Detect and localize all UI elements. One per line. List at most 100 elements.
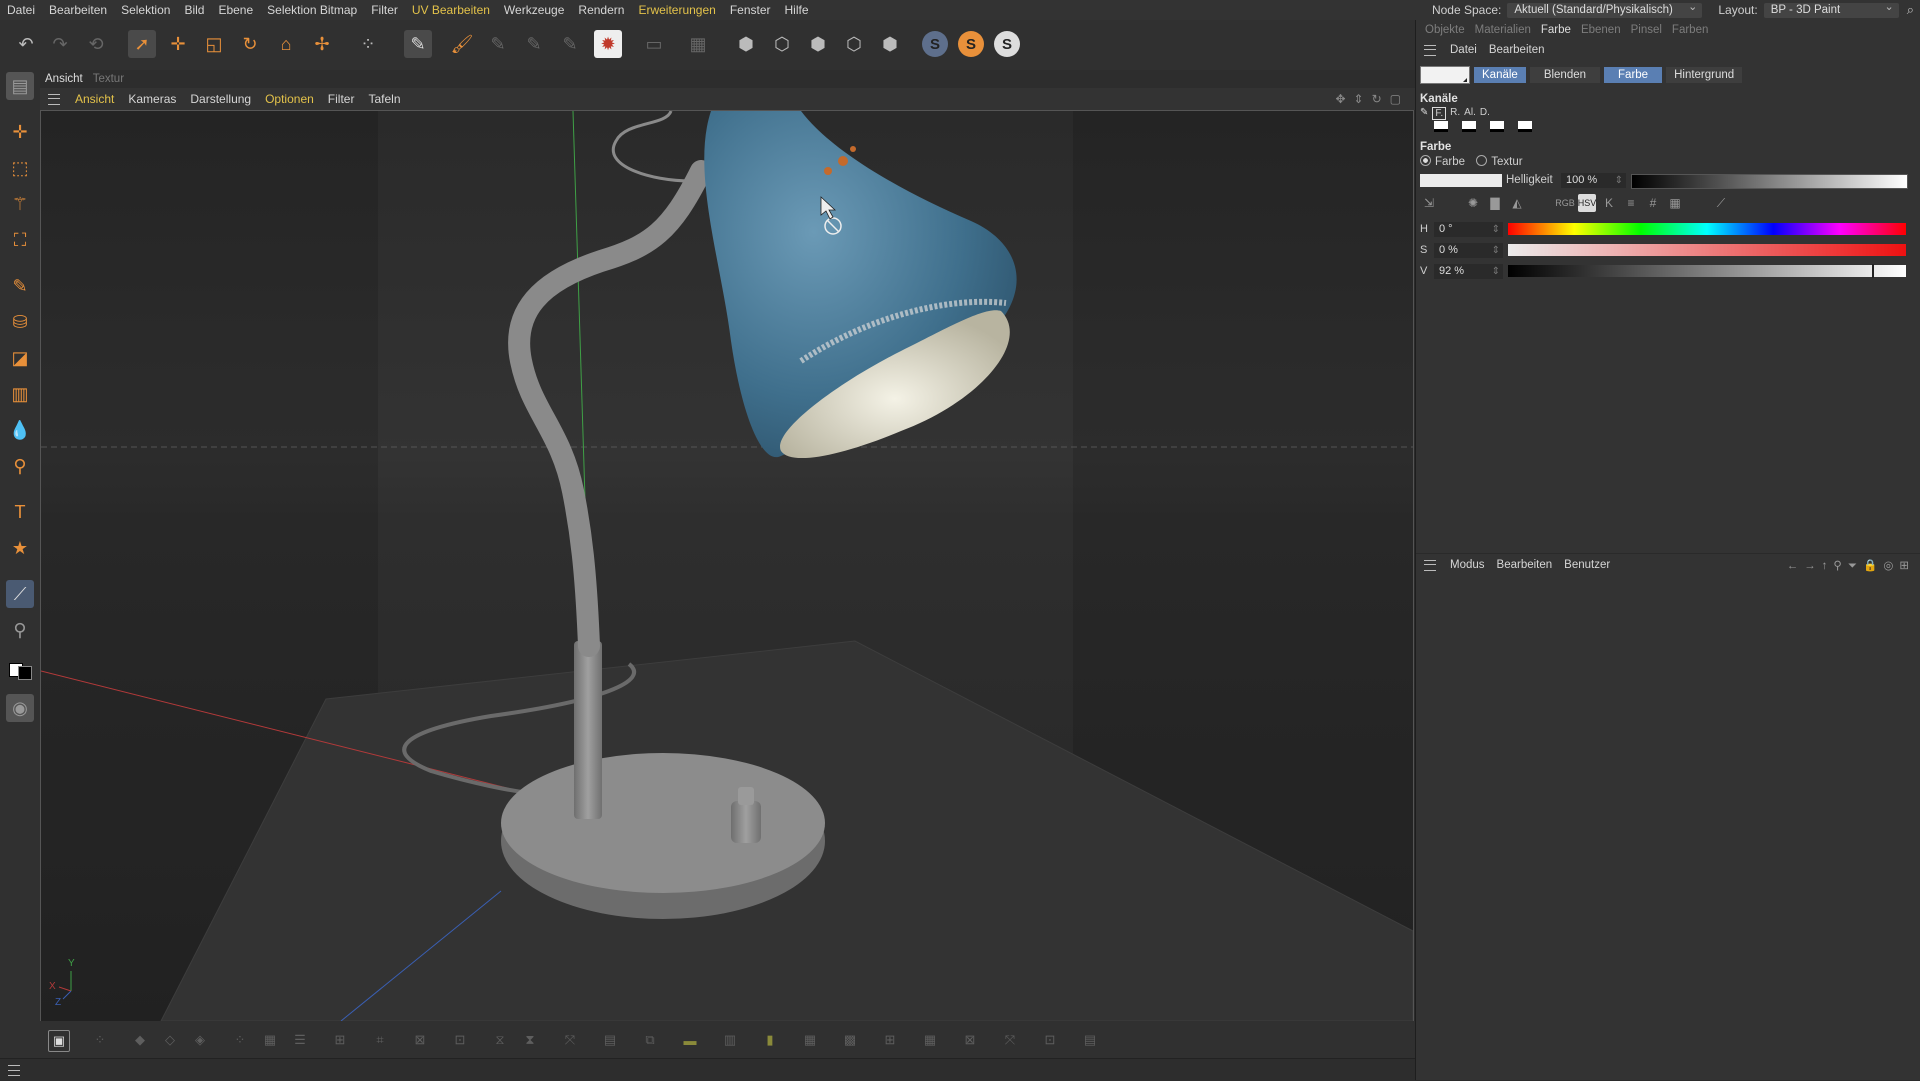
text-tool-icon[interactable]: T <box>6 498 34 526</box>
vm-darstellung[interactable]: Darstellung <box>183 92 258 106</box>
redo-icon[interactable]: ↷ <box>46 30 74 58</box>
menu-benutzer[interactable]: Benutzer <box>1558 559 1616 571</box>
eyedropper-panel-icon[interactable]: ⟋ <box>1712 194 1730 212</box>
channel-swatch-al[interactable] <box>1490 121 1504 132</box>
layout-dropdown[interactable]: BP - 3D Paint <box>1763 0 1899 18</box>
channel-swatch-d[interactable] <box>1518 121 1532 132</box>
uv-align-icon[interactable]: ☰ <box>290 1030 310 1050</box>
menu-panel-bearbeiten[interactable]: Bearbeiten <box>1483 44 1551 56</box>
mode-k[interactable]: K <box>1600 194 1618 212</box>
radio-farbe[interactable] <box>1420 155 1431 166</box>
gradient-icon[interactable]: ▥ <box>6 380 34 408</box>
eyedropper-icon[interactable]: ⟋ <box>6 580 34 608</box>
poly-mode-icon[interactable]: ◈ <box>190 1030 210 1050</box>
eraser-icon[interactable]: ◪ <box>6 344 34 372</box>
tab-farbe[interactable]: Farbe <box>1536 24 1576 36</box>
brush-dim-1-icon[interactable]: ✎ <box>484 30 512 58</box>
menu-rendern[interactable]: Rendern <box>571 0 631 20</box>
spectrum-icon[interactable]: ▇ <box>1486 194 1504 212</box>
s-sculpt-3-icon[interactable]: S <box>994 31 1020 57</box>
tab-textur[interactable]: Textur <box>88 73 129 85</box>
cube-view-2-icon[interactable]: ⬢ <box>804 30 832 58</box>
tab-ebenen[interactable]: Ebenen <box>1576 24 1626 36</box>
search-icon[interactable]: ⌕ <box>1907 2 1914 18</box>
uv-layer-11-icon[interactable]: ▤ <box>1080 1030 1100 1050</box>
mode-list[interactable]: ≡ <box>1622 194 1640 212</box>
current-color-swatch[interactable] <box>1420 66 1470 84</box>
menu-bearbeiten[interactable]: Bearbeiten <box>42 0 114 20</box>
menu-selektion-bitmap[interactable]: Selektion Bitmap <box>260 0 364 20</box>
snap-points-icon[interactable]: ⁘ <box>354 30 382 58</box>
layer-dim-icon[interactable]: ▭ <box>640 30 668 58</box>
menu-uv-bearbeiten[interactable]: UV Bearbeiten <box>405 0 497 20</box>
vm-filter[interactable]: Filter <box>321 92 362 106</box>
s-slider[interactable] <box>1508 244 1906 256</box>
uv-unfold-icon[interactable]: ⧉ <box>640 1030 660 1050</box>
tab-materialien[interactable]: Materialien <box>1470 24 1536 36</box>
uv-layer-3-icon[interactable]: ▮ <box>760 1030 780 1050</box>
channel-al[interactable]: Al. <box>1464 107 1476 120</box>
cube-view-1-icon[interactable]: ⬡ <box>768 30 796 58</box>
mask-mode-icon[interactable]: ◉ <box>6 694 34 722</box>
zoom-icon[interactable]: ⚲ <box>6 452 34 480</box>
menu-datei[interactable]: Datei <box>0 0 42 20</box>
shape-star-icon[interactable]: ★ <box>6 534 34 562</box>
uv-mirror-icon[interactable]: ⊠ <box>410 1030 430 1050</box>
channel-swatch-f[interactable] <box>1434 121 1448 132</box>
move-tool-icon[interactable]: ✛ <box>164 30 192 58</box>
uv-layer-icon[interactable]: ▬ <box>680 1030 700 1050</box>
helligkeit-slider[interactable] <box>1631 174 1908 189</box>
uv-layer-4-icon[interactable]: ▦ <box>800 1030 820 1050</box>
tab-objekte[interactable]: Objekte <box>1420 24 1470 36</box>
channel-d[interactable]: D. <box>1480 107 1490 120</box>
vm-ansicht[interactable]: Ansicht <box>68 92 121 106</box>
uv-pack-icon[interactable]: ▤ <box>600 1030 620 1050</box>
tool-preset-icon[interactable]: ▤ <box>6 72 34 100</box>
color-wheel-icon[interactable]: ✺ <box>1464 194 1482 212</box>
uv-layer-6-icon[interactable]: ⊞ <box>880 1030 900 1050</box>
point-mode-icon[interactable]: ◆ <box>130 1030 150 1050</box>
render-settings-icon[interactable]: ✹ <box>594 30 622 58</box>
rect-select-icon[interactable]: ⬚ <box>6 154 34 182</box>
radio-textur[interactable] <box>1476 155 1488 166</box>
h-slider[interactable] <box>1508 223 1906 235</box>
menu-lower-bearbeiten[interactable]: Bearbeiten <box>1491 559 1559 571</box>
menu-selektion[interactable]: Selektion <box>114 0 177 20</box>
btn-farbe[interactable]: Farbe <box>1604 67 1663 83</box>
uv-layer-9-icon[interactable]: ⤧ <box>1000 1030 1020 1050</box>
uv-layer-8-icon[interactable]: ⊠ <box>960 1030 980 1050</box>
brush-dim-3-icon[interactable]: ✎ <box>556 30 584 58</box>
channel-all-icon[interactable]: ✎ <box>1420 107 1428 120</box>
uv-grid-icon[interactable]: ⌗ <box>370 1030 390 1050</box>
3d-viewport[interactable]: Y X Z <box>40 110 1414 1022</box>
s-sculpt-1-icon[interactable]: S <box>922 31 948 57</box>
uv-layer-10-icon[interactable]: ⊡ <box>1040 1030 1060 1050</box>
fg-bg-color-icon[interactable] <box>6 656 34 684</box>
btn-blenden[interactable]: Blenden <box>1529 67 1601 83</box>
magic-wand-icon[interactable]: ⚚ <box>6 190 34 218</box>
menu-panel-datei[interactable]: Datei <box>1444 44 1483 56</box>
node-space-dropdown[interactable]: Aktuell (Standard/Physikalisch) <box>1507 0 1703 18</box>
uv-points-icon[interactable]: ⁘ <box>230 1030 250 1050</box>
h-field[interactable]: 0 ° <box>1434 222 1503 237</box>
uv-relax-icon[interactable]: ⊞ <box>330 1030 350 1050</box>
menu-hilfe[interactable]: Hilfe <box>778 0 816 20</box>
btn-hintergrund[interactable]: Hintergrund <box>1666 67 1743 83</box>
rotate-tool-icon[interactable]: ↻ <box>236 30 264 58</box>
uv-fit-icon[interactable]: ⊡ <box>450 1030 470 1050</box>
v-slider[interactable] <box>1508 264 1906 278</box>
paint-3d-icon[interactable]: ✎ <box>404 30 432 58</box>
menu-filter[interactable]: Filter <box>364 0 405 20</box>
v-slider-thumb[interactable] <box>1872 264 1875 278</box>
tab-farben[interactable]: Farben <box>1667 24 1713 36</box>
uv-flip-v-icon[interactable]: ⧗ <box>520 1030 540 1050</box>
select-tool-icon[interactable]: ➚ <box>128 30 156 58</box>
status-menu-icon[interactable] <box>8 1065 20 1076</box>
uv-transform-icon[interactable]: ⤧ <box>560 1030 580 1050</box>
history-icon[interactable]: ⟲ <box>82 30 110 58</box>
brush-dim-2-icon[interactable]: ✎ <box>520 30 548 58</box>
coordinate-system-icon[interactable]: ✢ <box>308 30 336 58</box>
menu-erweiterungen[interactable]: Erweiterungen <box>631 0 722 20</box>
image-picker-icon[interactable]: ◭ <box>1508 194 1526 212</box>
lower-menu-icon[interactable] <box>1424 559 1436 571</box>
